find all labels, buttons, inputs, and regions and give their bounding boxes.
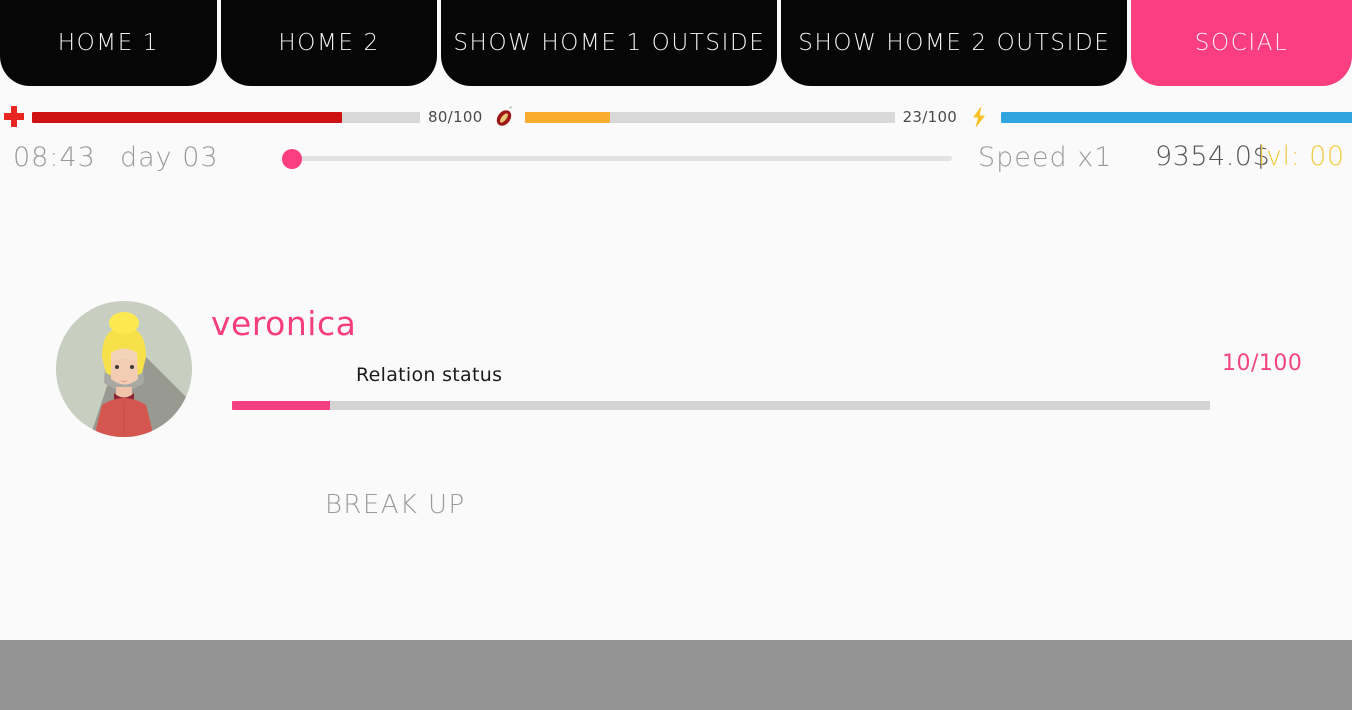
health-value: 80/100 bbox=[428, 108, 483, 126]
speed-slider-track[interactable] bbox=[288, 156, 952, 161]
health-bar-track bbox=[32, 111, 420, 123]
food-bar-track bbox=[524, 111, 895, 123]
tab-home-2[interactable]: HOME 2 bbox=[220, 0, 438, 86]
tab-label: HOME 1 bbox=[57, 30, 160, 56]
tab-show-home-2-outside[interactable]: SHOW HOME 2 OUTSIDE bbox=[781, 0, 1128, 86]
food-bar-fill bbox=[524, 111, 610, 123]
health-stat: 80/100 bbox=[0, 100, 491, 134]
social-panel: veronica Relation status 10/100 BREAK UP… bbox=[0, 186, 1352, 710]
game-screen: HOME 1 HOME 2 SHOW HOME 1 OUTSIDE SHOW H… bbox=[0, 0, 1352, 710]
energy-stat: 100/100 bbox=[965, 100, 1352, 134]
time-speed-row: 08:43 day 03 Speed x1 9354.0$ lvl: 00 bbox=[0, 137, 1352, 181]
energy-bar-track bbox=[1001, 111, 1352, 123]
health-bar-fill bbox=[32, 111, 343, 123]
tab-label: HOME 2 bbox=[278, 30, 380, 56]
day-counter: day 03 bbox=[120, 142, 219, 173]
energy-bar-fill bbox=[1001, 111, 1352, 123]
level-display: lvl: 00 bbox=[1258, 141, 1345, 172]
female-avatar-icon bbox=[56, 301, 192, 437]
top-tab-bar: HOME 1 HOME 2 SHOW HOME 1 OUTSIDE SHOW H… bbox=[0, 0, 1352, 86]
relation-status-value: 10/100 bbox=[1222, 351, 1303, 376]
relation-status-bar-track bbox=[232, 401, 1210, 410]
tab-label: SOCIAL bbox=[1194, 30, 1289, 56]
speed-label: Speed x1 bbox=[978, 142, 1113, 173]
tab-label: SHOW HOME 1 OUTSIDE bbox=[453, 30, 766, 56]
break-up-button[interactable]: BREAK UP bbox=[325, 490, 466, 520]
lightning-bolt-icon bbox=[965, 103, 993, 131]
tab-show-home-1-outside[interactable]: SHOW HOME 1 OUTSIDE bbox=[441, 0, 778, 86]
speed-slider-handle[interactable] bbox=[282, 149, 302, 169]
relation-status-label: Relation status bbox=[356, 364, 503, 386]
food-stat: 23/100 bbox=[491, 100, 966, 134]
food-value: 23/100 bbox=[902, 108, 958, 126]
medical-cross-icon bbox=[0, 103, 28, 131]
money-display: 9354.0$ bbox=[1155, 141, 1271, 172]
clock-display: 08:43 bbox=[13, 142, 96, 173]
tab-social[interactable]: SOCIAL bbox=[1131, 0, 1352, 86]
bottom-bar bbox=[0, 640, 1352, 710]
speed-slider[interactable] bbox=[280, 149, 952, 169]
apple-icon bbox=[491, 103, 519, 131]
relation-status-bar-fill bbox=[232, 401, 330, 410]
character-name: veronica bbox=[211, 304, 357, 343]
avatar bbox=[56, 301, 192, 437]
tab-home-1[interactable]: HOME 1 bbox=[0, 0, 217, 86]
status-bars-row: 80/100 23/100 bbox=[0, 100, 1352, 134]
tab-label: SHOW HOME 2 OUTSIDE bbox=[798, 30, 1111, 56]
